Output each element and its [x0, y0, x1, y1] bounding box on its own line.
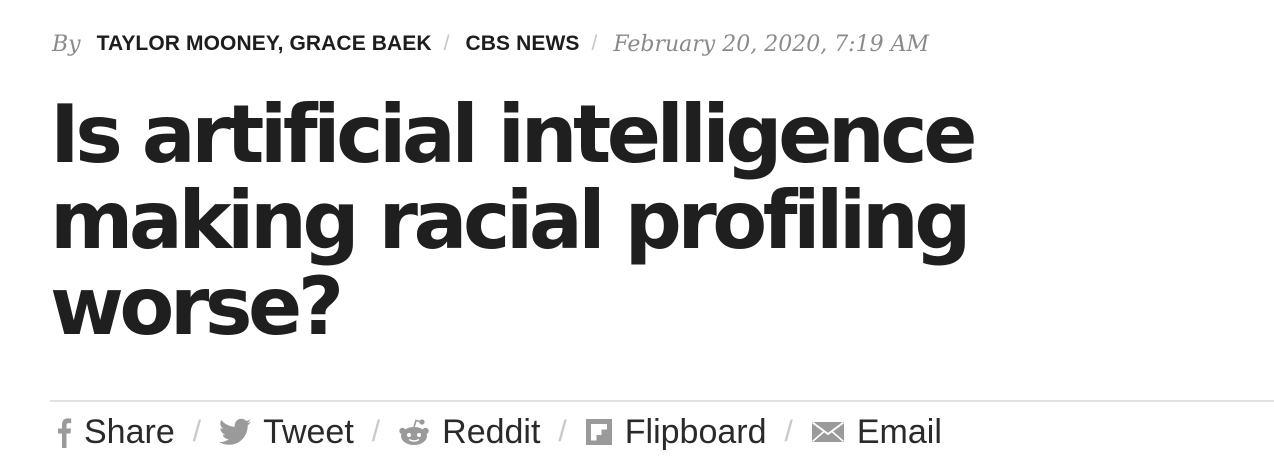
- facebook-icon: [56, 416, 72, 448]
- byline-separator: /: [591, 32, 598, 55]
- share-separator: /: [784, 415, 793, 448]
- share-separator: /: [558, 415, 567, 448]
- byline-date: February 20, 2020, 7:19 AM: [613, 31, 929, 57]
- divider: [50, 400, 1274, 402]
- share-facebook-label: Share: [84, 412, 175, 451]
- byline-by-label: By: [52, 31, 81, 57]
- byline-authors-link[interactable]: TAYLOR MOONEY, GRACE BAEK: [97, 32, 432, 56]
- email-icon: [811, 420, 845, 444]
- share-reddit-button[interactable]: Reddit: [398, 413, 540, 452]
- reddit-icon: [398, 418, 430, 446]
- share-separator: /: [371, 415, 381, 448]
- byline-source-link[interactable]: CBS NEWS: [466, 32, 580, 56]
- article-headline: Is artificial intelligence making racial…: [50, 88, 977, 353]
- share-email-label: Email: [856, 412, 942, 451]
- share-twitter-button[interactable]: Tweet: [219, 413, 354, 452]
- share-flipboard-button[interactable]: Flipboard: [585, 413, 767, 452]
- share-flipboard-label: Flipboard: [624, 412, 767, 451]
- byline-separator: /: [443, 32, 450, 55]
- twitter-icon: [219, 418, 252, 446]
- share-bar: Share / Tweet / Reddit / Flipboard / Ema…: [56, 408, 942, 456]
- share-separator: /: [192, 415, 202, 448]
- byline: By TAYLOR MOONEY, GRACE BAEK / CBS NEWS …: [52, 27, 929, 61]
- share-email-button[interactable]: Email: [811, 413, 942, 452]
- share-facebook-button[interactable]: Share: [56, 413, 175, 452]
- flipboard-icon: [585, 418, 613, 446]
- share-twitter-label: Tweet: [263, 412, 354, 451]
- share-reddit-label: Reddit: [442, 412, 541, 451]
